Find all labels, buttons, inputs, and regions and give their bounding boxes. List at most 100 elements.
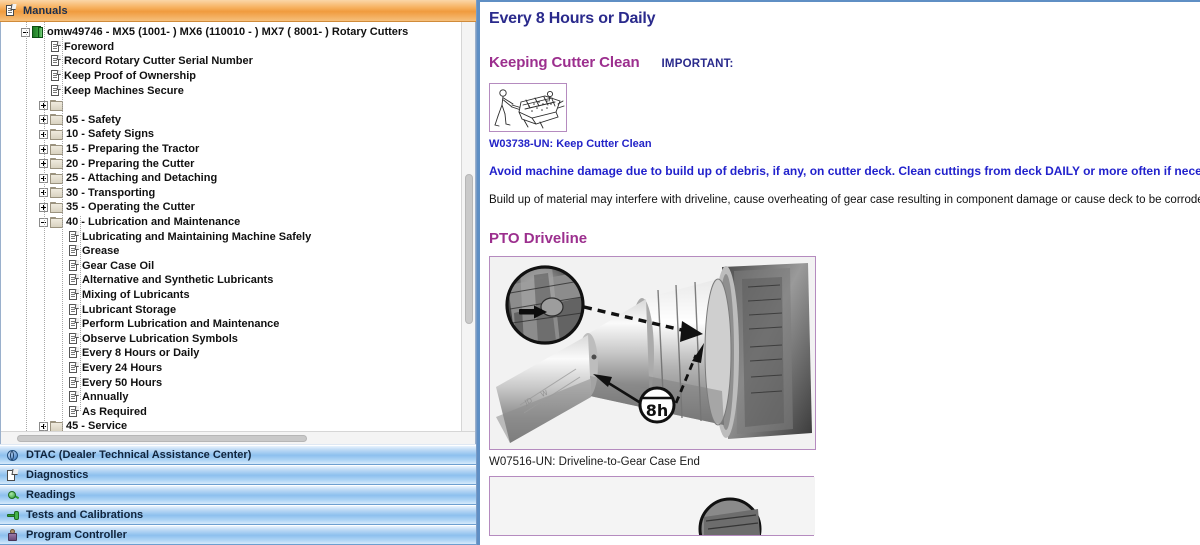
page-icon bbox=[68, 332, 80, 345]
tree-node[interactable]: Alternative and Synthetic Lubricants bbox=[1, 273, 461, 288]
manuals-tree-viewport: omw49746 - MX5 (1001- ) MX6 (110010 - ) … bbox=[1, 22, 461, 431]
book-icon bbox=[6, 468, 19, 482]
tree-node[interactable]: Keep Machines Secure bbox=[1, 83, 461, 98]
tree-horizontal-scroll-thumb[interactable] bbox=[17, 435, 307, 442]
manuals-tree[interactable]: omw49746 - MX5 (1001- ) MX6 (110010 - ) … bbox=[1, 22, 461, 431]
accordion-button-dtac-dealer-technical-assistance-center[interactable]: DTAC (Dealer Technical Assistance Center… bbox=[0, 445, 476, 465]
page-icon bbox=[50, 55, 62, 67]
tree-node[interactable]: Lubricating and Maintaining Machine Safe… bbox=[1, 229, 461, 244]
tree-node-label: omw49746 - MX5 (1001- ) MX6 (110010 - ) … bbox=[47, 26, 409, 39]
page-title: Every 8 Hours or Daily bbox=[489, 10, 656, 27]
tree-node-label: Lubricant Storage bbox=[82, 303, 177, 316]
section-heading: Keeping Cutter Clean bbox=[489, 54, 640, 71]
tree-node[interactable]: Every 50 Hours bbox=[1, 375, 461, 390]
tree-node[interactable]: Grease bbox=[1, 244, 461, 259]
tree-node[interactable]: Annually bbox=[1, 390, 461, 405]
accordion-button-label: Diagnostics bbox=[26, 469, 89, 481]
tree-node[interactable]: 45 - Service bbox=[1, 419, 461, 431]
tree-node[interactable]: Mixing of Lubricants bbox=[1, 288, 461, 303]
tree-node[interactable]: As Required bbox=[1, 404, 461, 419]
tree-node-label: 30 - Transporting bbox=[66, 186, 156, 199]
tree-node-label: Record Rotary Cutter Serial Number bbox=[64, 55, 253, 68]
tree-node[interactable]: 10 - Safety Signs bbox=[1, 127, 461, 142]
tree-node[interactable]: 35 - Operating the Cutter bbox=[1, 200, 461, 215]
tree-node-label: Lubricating and Maintaining Machine Safe… bbox=[82, 230, 312, 243]
tree-node[interactable]: 05 - Safety bbox=[1, 113, 461, 128]
tree-vertical-scrollbar[interactable] bbox=[461, 22, 475, 431]
tree-node[interactable]: Observe Lubrication Symbols bbox=[1, 331, 461, 346]
tree-node-label: As Required bbox=[82, 405, 147, 418]
tree-node-label: 20 - Preparing the Cutter bbox=[66, 157, 195, 170]
accordion-button-label: Tests and Calibrations bbox=[26, 509, 144, 521]
tree-node[interactable]: Lubricant Storage bbox=[1, 302, 461, 317]
tree-node-label: Keep Machines Secure bbox=[64, 84, 184, 97]
manuals-header-label: Manuals bbox=[23, 4, 68, 17]
page-icon bbox=[68, 318, 80, 330]
tree-node[interactable]: 25 - Attaching and Detaching bbox=[1, 171, 461, 186]
page-icon bbox=[68, 347, 80, 359]
tree-node[interactable]: 40 - Lubrication and Maintenance bbox=[1, 215, 461, 230]
figure3-image-box[interactable] bbox=[489, 476, 815, 545]
tree-node[interactable] bbox=[1, 98, 461, 113]
body-paragraph: Build up of material may interfere with … bbox=[489, 194, 1200, 206]
tree-node[interactable]: Perform Lubrication and Maintenance bbox=[1, 317, 461, 332]
tree-node[interactable]: Foreword bbox=[1, 40, 461, 55]
page-icon bbox=[68, 376, 80, 389]
tree-node[interactable]: 20 - Preparing the Cutter bbox=[1, 156, 461, 171]
tree-node[interactable]: Every 24 Hours bbox=[1, 361, 461, 376]
tree-node[interactable]: 15 - Preparing the Tractor bbox=[1, 142, 461, 157]
driveline-photo: JD W 8h bbox=[490, 257, 815, 449]
tree-node-label: Annually bbox=[82, 391, 129, 404]
tree-vertical-scroll-thumb[interactable] bbox=[465, 174, 473, 324]
section-keeping-cutter-clean-header: Keeping Cutter Clean IMPORTANT: bbox=[489, 54, 1200, 71]
manual-book-icon bbox=[5, 4, 17, 17]
accordion-button-program-controller[interactable]: Program Controller bbox=[0, 525, 476, 545]
tree-node-label: Gear Case Oil bbox=[82, 259, 155, 272]
tree-node[interactable]: Every 8 Hours or Daily bbox=[1, 346, 461, 361]
green-book-icon bbox=[32, 26, 44, 39]
warning-text: Avoid machine damage due to build up of … bbox=[489, 164, 1200, 178]
content-pane: Every 8 Hours or Daily Keeping Cutter Cl… bbox=[477, 0, 1200, 545]
accordion-button-diagnostics[interactable]: Diagnostics bbox=[0, 465, 476, 485]
keep-cutter-clean-lineart-icon bbox=[490, 84, 566, 131]
tree-horizontal-scrollbar[interactable] bbox=[1, 431, 475, 444]
figure2-image-box[interactable]: JD W 8h bbox=[489, 256, 816, 450]
tree-node[interactable]: Record Rotary Cutter Serial Number bbox=[1, 54, 461, 69]
figure1-caption: W03738-UN: Keep Cutter Clean bbox=[489, 138, 652, 150]
tree-node[interactable]: Gear Case Oil bbox=[1, 259, 461, 274]
tree-node[interactable]: Keep Proof of Ownership bbox=[1, 69, 461, 84]
document-content: Every 8 Hours or Daily Keeping Cutter Cl… bbox=[480, 2, 1200, 545]
application-window: Manuals omw49746 - MX5 (1001- ) MX6 (110… bbox=[0, 0, 1200, 545]
tree-guide-line bbox=[62, 37, 63, 431]
accordion-button-label: Program Controller bbox=[26, 529, 127, 541]
manuals-header: Manuals bbox=[0, 0, 476, 22]
tree-guide-line bbox=[26, 22, 27, 431]
page-icon bbox=[68, 405, 80, 418]
accordion-button-tests-and-calibrations[interactable]: Tests and Calibrations bbox=[0, 505, 476, 525]
tree-node-label: Keep Proof of Ownership bbox=[64, 70, 197, 83]
tree-node[interactable]: omw49746 - MX5 (1001- ) MX6 (110010 - ) … bbox=[1, 25, 461, 40]
tree-node-label: 05 - Safety bbox=[66, 113, 122, 126]
page-icon bbox=[68, 303, 80, 316]
tree-node[interactable]: 30 - Transporting bbox=[1, 186, 461, 201]
page-icon bbox=[50, 70, 62, 82]
page-icon bbox=[68, 361, 80, 374]
page-icon bbox=[68, 288, 80, 301]
accordion-button-readings[interactable]: Readings bbox=[0, 485, 476, 505]
figure1-image-box[interactable] bbox=[489, 83, 567, 132]
navigation-accordion: DTAC (Dealer Technical Assistance Center… bbox=[0, 444, 476, 545]
tree-node-label: Grease bbox=[82, 245, 120, 258]
